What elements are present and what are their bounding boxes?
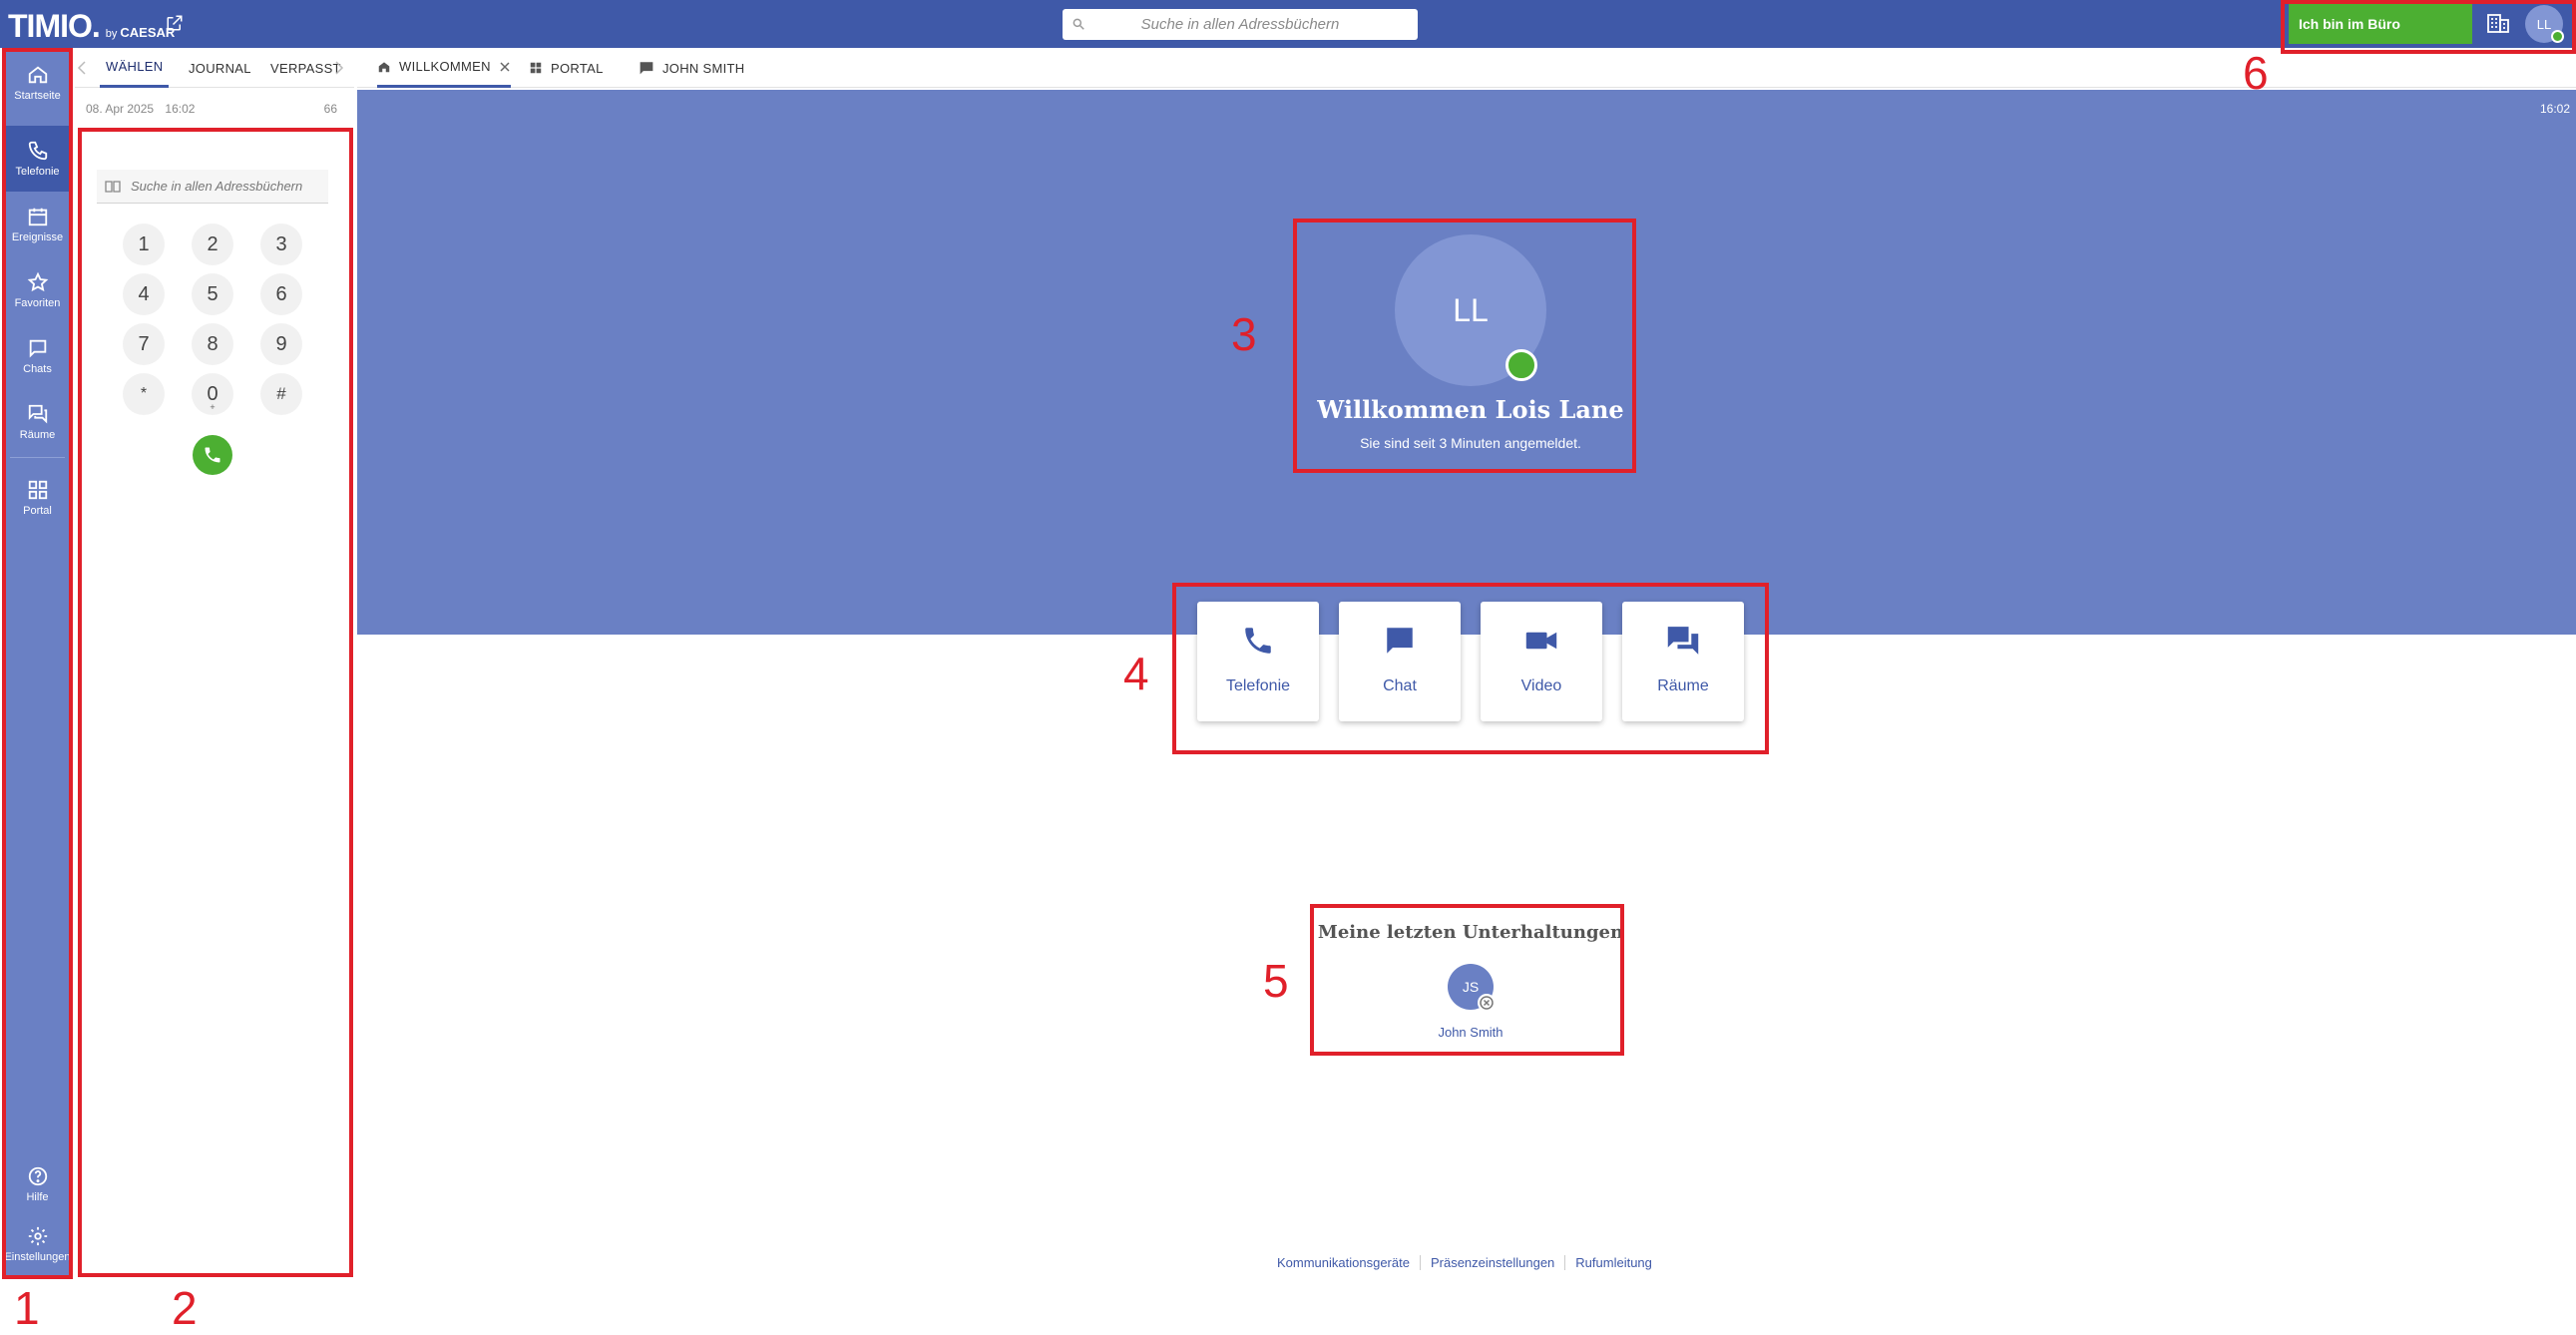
tab-label: JOURNAL [189, 60, 251, 76]
hero-time: 16:02 [2539, 102, 2570, 116]
tab-journal[interactable]: JOURNAL [189, 48, 251, 88]
chevron-left-icon[interactable] [77, 60, 87, 76]
logo-text: TIMIO. [8, 8, 101, 44]
tab-label: WILLKOMMEN [399, 59, 491, 74]
annotation-box-1 [2, 48, 73, 1279]
annotation-number-3: 3 [1231, 308, 1257, 360]
dialer-count: 66 [323, 102, 337, 116]
chevron-right-icon[interactable] [334, 60, 344, 76]
tab-willkommen[interactable]: WILLKOMMEN [377, 48, 511, 88]
annotation-number-6: 6 [2243, 47, 2269, 99]
dialer-tabs: WÄHLEN JOURNAL VERPASST [75, 48, 354, 88]
annotation-number-4: 4 [1123, 648, 1149, 699]
tab-label: VERPASST [270, 60, 341, 76]
annotation-box-6 [2281, 0, 2576, 54]
dialer-time: 16:02 [165, 102, 196, 116]
annotation-box-4 [1172, 583, 1769, 754]
annotation-box-3 [1293, 219, 1636, 473]
logo-by: by [105, 28, 118, 40]
top-bar: TIMIO. by CAESAR Ich bin im Büro LL [0, 0, 2576, 48]
link-rufumleitung[interactable]: Rufumleitung [1565, 1255, 1662, 1270]
tab-label: PORTAL [551, 60, 604, 76]
search-icon [1072, 17, 1085, 31]
external-link-icon[interactable] [166, 14, 184, 32]
annotation-number-5: 5 [1263, 955, 1289, 1007]
global-search-input[interactable] [1063, 9, 1418, 40]
grid-icon [529, 61, 543, 75]
tab-label: WÄHLEN [106, 59, 164, 74]
link-kommunikationsgeraete[interactable]: Kommunikationsgeräte [1277, 1255, 1421, 1270]
chat-icon [639, 61, 654, 75]
tab-waehlen[interactable]: WÄHLEN [100, 48, 170, 88]
global-search[interactable] [1063, 9, 1418, 40]
dialer-date: 08. Apr 2025 [86, 102, 155, 116]
app-logo[interactable]: TIMIO. by CAESAR [8, 8, 183, 45]
tab-label: JOHN SMITH [662, 60, 745, 76]
dialer-datebar: 08. Apr 2025 16:02 66 [86, 102, 337, 116]
tab-verpasst[interactable]: VERPASST [270, 48, 341, 88]
footer-links: Kommunikationsgeräte Präsenzeinstellunge… [1277, 1255, 1662, 1270]
close-icon[interactable] [499, 61, 511, 73]
home-icon [377, 60, 391, 74]
annotation-box-5 [1310, 904, 1624, 1056]
tab-portal[interactable]: PORTAL [529, 48, 604, 88]
annotation-box-2 [78, 128, 353, 1277]
link-praesenzeinstellungen[interactable]: Präsenzeinstellungen [1421, 1255, 1566, 1270]
tab-john-smith[interactable]: JOHN SMITH [639, 48, 744, 88]
